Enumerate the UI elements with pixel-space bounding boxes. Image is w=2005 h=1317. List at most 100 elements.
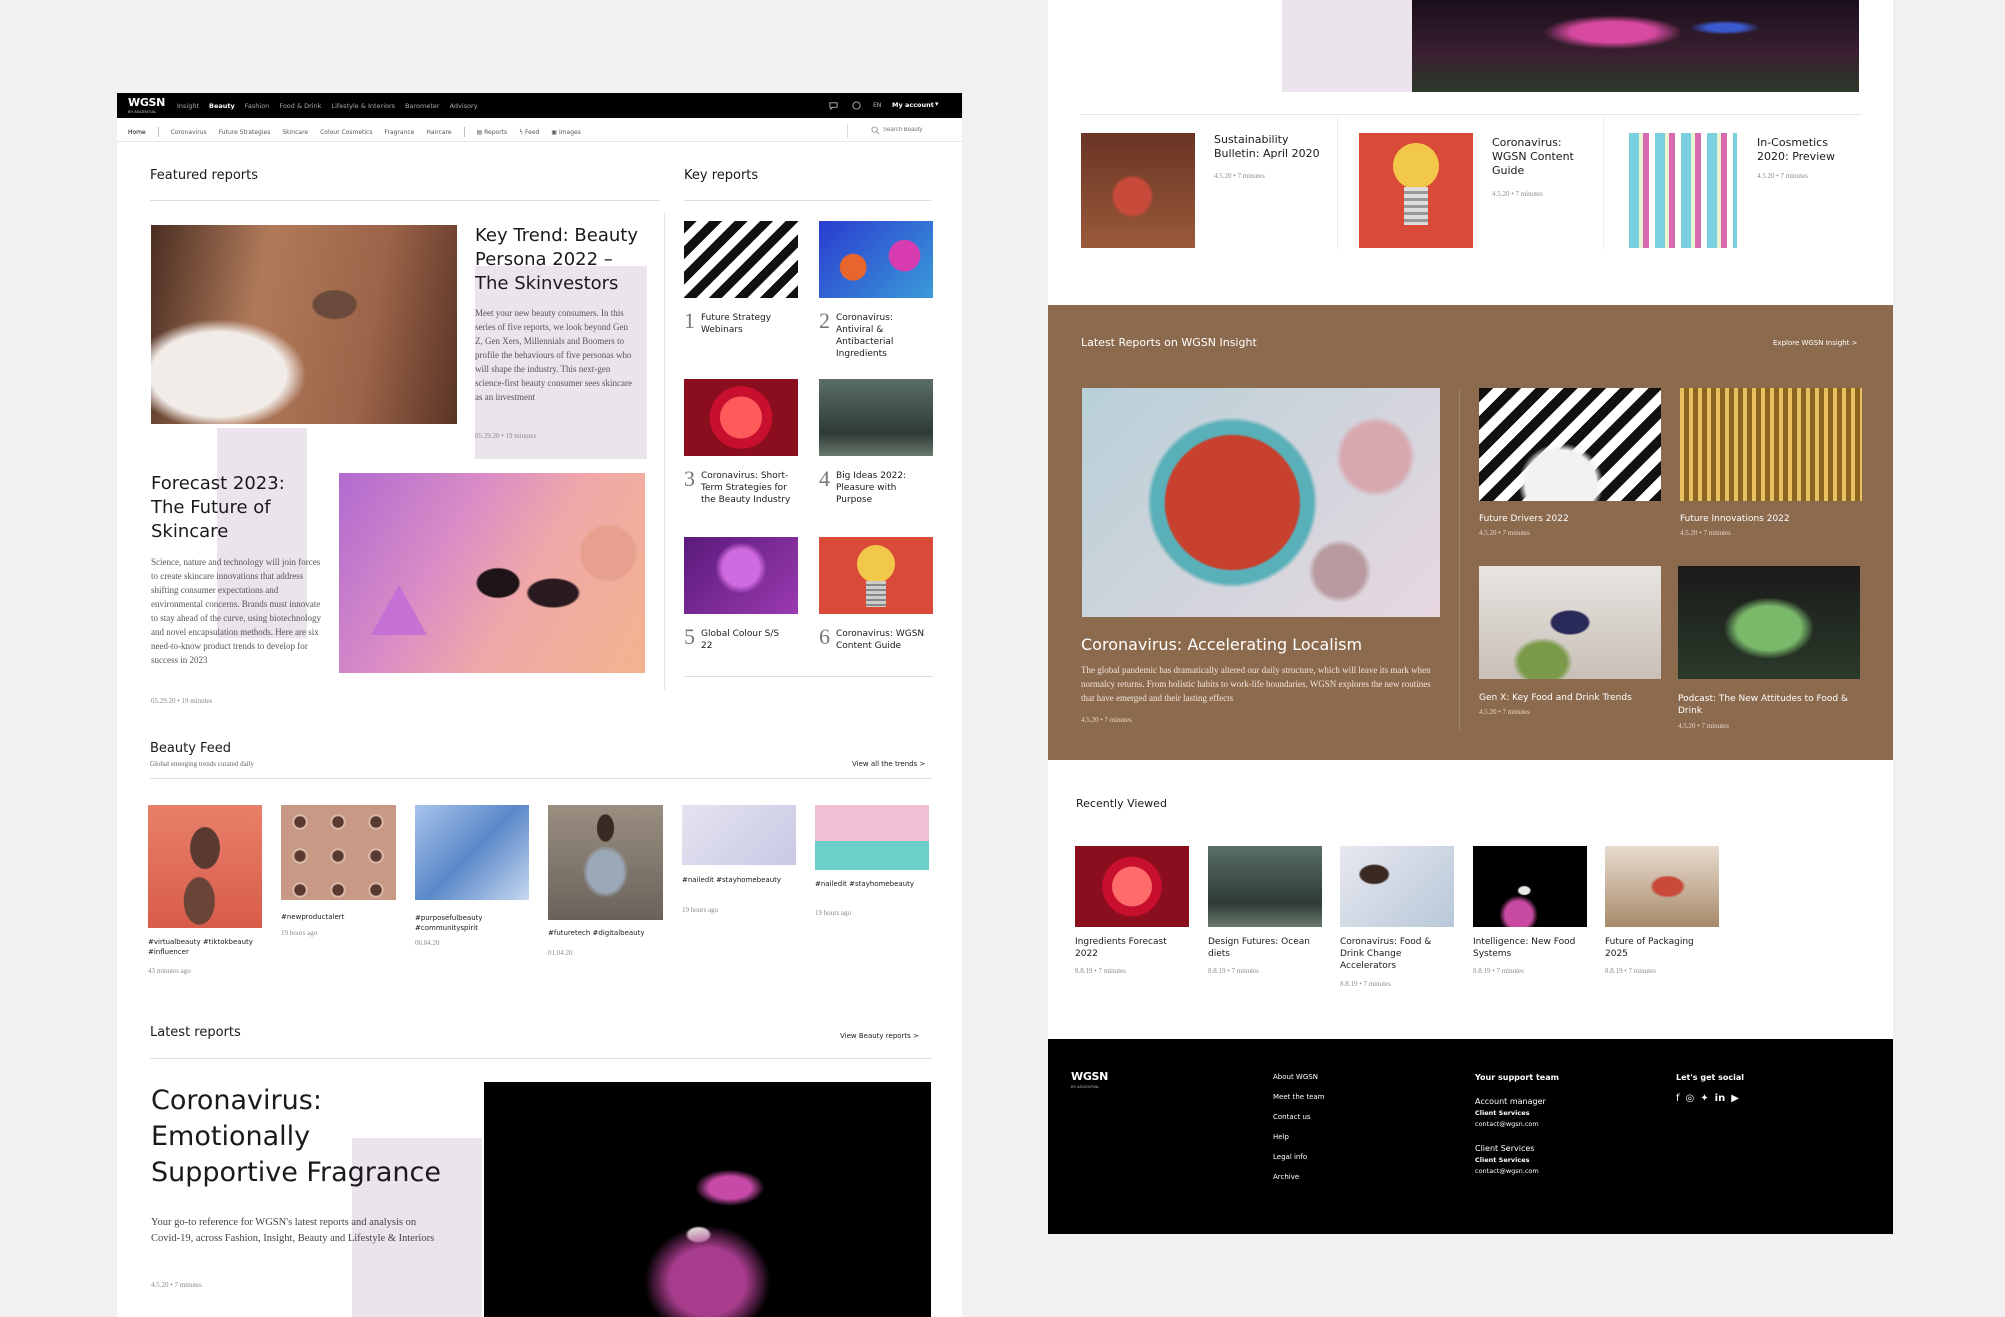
subnav-reports[interactable]: ▤ Reports [477,129,508,136]
footer-logo[interactable]: WGSN [1071,1070,1108,1083]
recent-title[interactable]: Intelligence: New Food Systems [1473,936,1583,960]
recent-title[interactable]: Design Futures: Ocean diets [1208,936,1318,960]
insight-card-title[interactable]: Future Innovations 2022 [1680,514,1790,524]
key-report-item[interactable]: 4 Big Ideas 2022: Pleasure with Purpose [819,466,926,506]
footer-link-team[interactable]: Meet the team [1273,1093,1325,1101]
recent-image[interactable] [1473,846,1587,927]
insight-card-image[interactable] [1479,388,1661,501]
feed-image[interactable] [815,805,929,870]
nav-insight[interactable]: Insight [177,102,199,110]
report-title[interactable]: Key Trend: Beauty Persona 2022 – The Ski… [475,224,650,296]
insight-main-title[interactable]: Coronavirus: Accelerating Localism [1081,635,1362,654]
subnav-feed[interactable]: ϟ Feed [519,129,539,136]
report-title[interactable]: Forecast 2023: The Future of Skincare [151,472,301,544]
feed-image[interactable] [682,805,796,865]
view-all-trends-link[interactable]: View all the trends > [852,760,925,768]
insight-card-title[interactable]: Gen X: Key Food and Drink Trends [1479,693,1632,703]
subnav-coronavirus[interactable]: Coronavirus [171,129,207,136]
view-beauty-reports-link[interactable]: View Beauty reports > [840,1032,919,1040]
recent-image[interactable] [1605,846,1719,927]
subnav-colour-cosmetics[interactable]: Colour Cosmetics [320,129,372,136]
footer-link-archive[interactable]: Archive [1273,1173,1325,1181]
subnav-haircare[interactable]: Haircare [426,129,451,136]
search-icon[interactable] [871,126,880,135]
footer-link-about[interactable]: About WGSN [1273,1073,1325,1081]
feed-image[interactable] [548,805,663,920]
recent-title[interactable]: Future of Packaging 2025 [1605,936,1715,960]
footer-link-help[interactable]: Help [1273,1133,1325,1141]
help-icon[interactable] [852,101,861,110]
nav-advisory[interactable]: Advisory [450,102,478,110]
report-card-title[interactable]: Sustainability Bulletin: April 2020 [1214,133,1324,161]
nav-food-drink[interactable]: Food & Drink [279,102,321,110]
chevron-down-icon[interactable]: ▾ [935,100,939,108]
recent-title[interactable]: Ingredients Forecast 2022 [1075,936,1185,960]
key-report-image-3[interactable] [684,379,798,456]
search-input[interactable] [883,124,953,136]
nav-barometer[interactable]: Barometer [405,102,440,110]
report-card-image[interactable] [1359,133,1473,248]
recent-image[interactable] [1075,846,1189,927]
nav-beauty[interactable]: Beauty [209,102,235,110]
feed-time: 19 hours ago [281,929,318,937]
youtube-icon[interactable]: ▶ [1731,1093,1739,1104]
feed-image[interactable] [148,805,262,928]
chat-icon[interactable] [829,101,838,110]
subnav-future-strategies[interactable]: Future Strategies [219,129,271,136]
recent-image[interactable] [1208,846,1322,927]
insight-card-title[interactable]: Podcast: The New Attitudes to Food & Dri… [1678,693,1848,717]
key-report-image-6[interactable] [819,537,933,614]
my-account-button[interactable]: My account [892,101,934,109]
key-report-item[interactable]: 6 Coronavirus: WGSN Content Guide [819,624,926,652]
recent-title[interactable]: Coronavirus: Food & Drink Change Acceler… [1340,936,1455,972]
insight-card-image[interactable] [1678,566,1860,679]
insight-card-image[interactable] [1479,566,1661,679]
feed-tags[interactable]: #virtualbeauty #tiktokbeauty #influencer [148,937,266,957]
key-report-item[interactable]: 1 Future Strategy Webinars [684,308,791,336]
feed-tags[interactable]: #purposefulbeauty #communityspirit [415,913,530,933]
key-report-item[interactable]: 3 Coronavirus: Short-Term Strategies for … [684,466,796,506]
language-selector[interactable]: EN [873,102,881,109]
footer-link-legal[interactable]: Legal info [1273,1153,1325,1161]
report-card-image[interactable] [1081,133,1195,248]
key-report-item[interactable]: 5 Global Colour S/S 22 [684,624,791,652]
key-report-image-2[interactable] [819,221,933,298]
insight-card-image[interactable] [1680,388,1862,501]
support-email[interactable]: contact@wgsn.com [1475,1120,1539,1128]
twitter-icon[interactable]: ✦ [1700,1093,1708,1104]
explore-insight-link[interactable]: Explore WGSN Insight > [1773,339,1858,347]
feed-image[interactable] [281,805,396,900]
subnav-skincare[interactable]: Skincare [282,129,308,136]
subnav-home[interactable]: Home [128,129,146,136]
feed-tags[interactable]: #futuretech #digitalbeauty [548,929,645,937]
report-card-title[interactable]: Coronavirus: WGSN Content Guide [1492,136,1592,178]
fragrance-report-image[interactable] [484,1082,931,1317]
nav-lifestyle[interactable]: Lifestyle & Interiors [331,102,395,110]
key-report-image-4[interactable] [819,379,933,456]
key-report-image-5[interactable] [684,537,798,614]
wgsn-logo[interactable]: WGSN [128,96,165,109]
subnav-images[interactable]: ▣ Images [551,129,581,136]
instagram-icon[interactable]: ◎ [1686,1093,1695,1104]
key-report-item[interactable]: 2 Coronavirus: Antiviral & Antibacterial … [819,308,926,360]
hero-image-bottom[interactable] [1412,0,1859,92]
feed-tags[interactable]: #nailedit #stayhomebeauty [682,875,792,885]
linkedin-icon[interactable]: in [1715,1093,1726,1104]
footer-link-contact[interactable]: Contact us [1273,1113,1325,1121]
skincare-forecast-image[interactable] [339,473,645,673]
nav-fashion[interactable]: Fashion [245,102,270,110]
insight-card-title[interactable]: Future Drivers 2022 [1479,514,1569,524]
support-email[interactable]: contact@wgsn.com [1475,1167,1539,1175]
feed-image[interactable] [415,805,529,900]
skinvestors-image[interactable] [151,225,457,424]
report-card-image[interactable] [1623,133,1737,248]
insight-main-image[interactable] [1082,388,1440,617]
feed-tags[interactable]: #nailedit #stayhomebeauty [815,879,925,889]
latest-report-title[interactable]: Coronavirus: Emotionally Supportive Frag… [151,1083,461,1191]
recent-image[interactable] [1340,846,1454,927]
facebook-icon[interactable]: f [1676,1093,1680,1104]
report-card-title[interactable]: In-Cosmetics 2020: Preview [1757,136,1857,164]
feed-tags[interactable]: #newproductalert [281,913,344,921]
subnav-fragrance[interactable]: Fragrance [384,129,414,136]
key-report-image-1[interactable] [684,221,798,298]
